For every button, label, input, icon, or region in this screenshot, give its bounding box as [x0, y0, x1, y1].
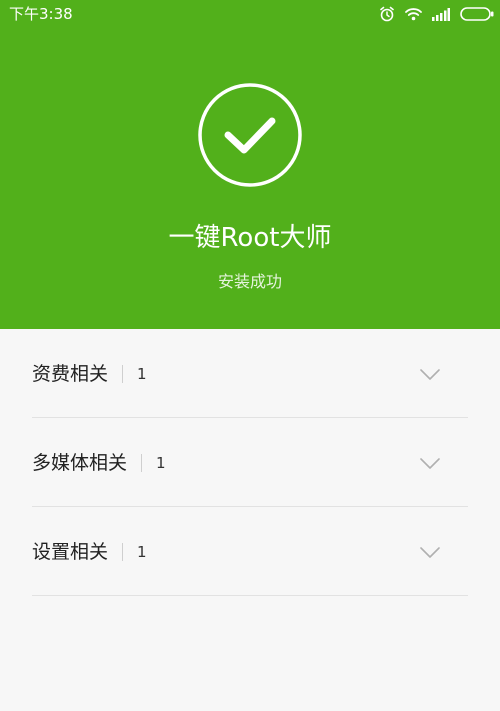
item-label: 资费相关 [32, 363, 109, 385]
install-status: 安装成功 [217, 272, 282, 291]
checkmark-icon [198, 83, 302, 187]
permission-category-list: 资费相关 1 多媒体相关 1 设置相关 1 [32, 329, 468, 596]
divider [122, 365, 124, 383]
chevron-down-icon[interactable] [420, 366, 440, 380]
header: 下午3:38 一键Root大师 安装成功 [0, 0, 500, 329]
item-count: 1 [156, 454, 166, 472]
divider [141, 454, 143, 472]
status-bar: 下午3:38 [0, 0, 500, 28]
item-label: 多媒体相关 [32, 452, 128, 474]
item-count: 1 [137, 365, 147, 383]
chevron-down-icon[interactable] [420, 455, 440, 469]
item-count: 1 [137, 543, 147, 561]
list-item-settings[interactable]: 设置相关 1 [32, 507, 468, 596]
alarm-icon [379, 6, 395, 22]
signal-icon [432, 7, 450, 21]
item-label: 设置相关 [32, 541, 109, 563]
app-title: 一键Root大师 [168, 223, 332, 253]
chevron-down-icon[interactable] [420, 544, 440, 558]
wifi-icon [405, 7, 422, 21]
list-item-multimedia[interactable]: 多媒体相关 1 [32, 418, 468, 507]
status-icons [379, 5, 494, 23]
battery-icon [460, 7, 494, 21]
status-time: 下午3:38 [9, 5, 73, 23]
divider [122, 543, 124, 561]
list-item-fees[interactable]: 资费相关 1 [32, 329, 468, 418]
